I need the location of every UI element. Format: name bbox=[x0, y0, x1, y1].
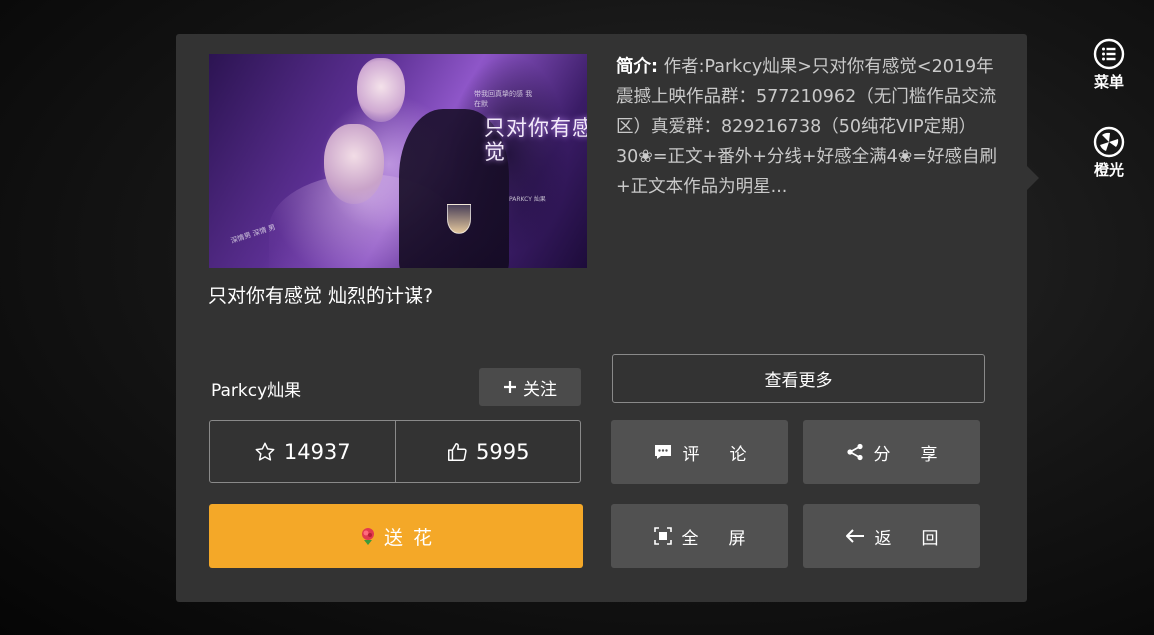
send-flower-button[interactable]: 送 花 bbox=[209, 504, 583, 568]
favorite-button[interactable]: 14937 bbox=[210, 421, 395, 482]
book-cover-image[interactable]: 只对你有感觉 带我回真挚的感 我在默 深情男 深情 男 PARKCY 灿果 bbox=[209, 54, 587, 268]
back-button[interactable]: 返回 bbox=[803, 504, 980, 568]
share-button[interactable]: 分享 bbox=[803, 420, 980, 484]
comment-label: 评论 bbox=[682, 444, 777, 465]
book-intro: 简介: 作者:Parkcy灿果>只对你有感觉<2019年震撼上映作品群：5772… bbox=[616, 52, 998, 202]
orange-light-logo-icon bbox=[1093, 126, 1125, 158]
comment-button[interactable]: 评论 bbox=[611, 420, 788, 484]
see-more-label: 查看更多 bbox=[764, 371, 833, 391]
share-icon bbox=[846, 443, 863, 461]
menu-label: 菜单 bbox=[1093, 73, 1124, 91]
cover-small-text: 带我回真挚的感 我在默 bbox=[474, 90, 533, 108]
fullscreen-button[interactable]: 全屏 bbox=[611, 504, 788, 568]
follow-label: 关注 bbox=[523, 379, 557, 400]
comment-icon bbox=[654, 445, 671, 459]
like-button[interactable]: 5995 bbox=[394, 421, 581, 482]
fullscreen-icon bbox=[653, 527, 672, 545]
favorite-count: 14937 bbox=[283, 439, 351, 464]
star-icon bbox=[255, 442, 275, 461]
like-count: 5995 bbox=[476, 439, 530, 464]
plus-icon bbox=[504, 381, 516, 393]
cover-figure-woman bbox=[324, 124, 384, 204]
intro-label: 简介: bbox=[616, 57, 658, 77]
cover-small-text: PARKCY 灿果 bbox=[509, 196, 546, 203]
share-label: 分享 bbox=[873, 444, 968, 465]
stats-box: 14937 5995 bbox=[209, 420, 581, 483]
menu-list-icon bbox=[1093, 38, 1125, 70]
work-detail-panel: 只对你有感觉 带我回真挚的感 我在默 深情男 深情 男 PARKCY 灿果 只对… bbox=[176, 34, 1027, 602]
author-name[interactable]: Parkcy灿果 bbox=[211, 376, 301, 401]
back-label: 返回 bbox=[874, 528, 969, 549]
see-more-button[interactable]: 查看更多 bbox=[612, 354, 985, 403]
intro-text: 作者:Parkcy灿果>只对你有感觉<2019年震撼上映作品群：57721096… bbox=[616, 57, 998, 197]
fullscreen-label: 全屏 bbox=[681, 528, 776, 549]
menu-button[interactable]: 菜单 bbox=[1084, 38, 1134, 92]
follow-button[interactable]: 关注 bbox=[479, 368, 581, 406]
cover-title-text: 只对你有感觉 bbox=[484, 116, 587, 164]
panel-pointer bbox=[1027, 166, 1039, 190]
send-flower-label: 送 花 bbox=[383, 526, 435, 549]
book-title: 只对你有感觉 灿烈的计谋? bbox=[208, 285, 434, 307]
cover-figure-man bbox=[357, 58, 405, 122]
orange-light-button[interactable]: 橙光 bbox=[1084, 126, 1134, 180]
arrow-left-icon bbox=[845, 529, 864, 543]
wine-glass-icon bbox=[447, 204, 471, 234]
thumbs-up-icon bbox=[448, 442, 467, 461]
orange-light-label: 橙光 bbox=[1093, 161, 1124, 179]
flower-icon bbox=[361, 528, 374, 545]
